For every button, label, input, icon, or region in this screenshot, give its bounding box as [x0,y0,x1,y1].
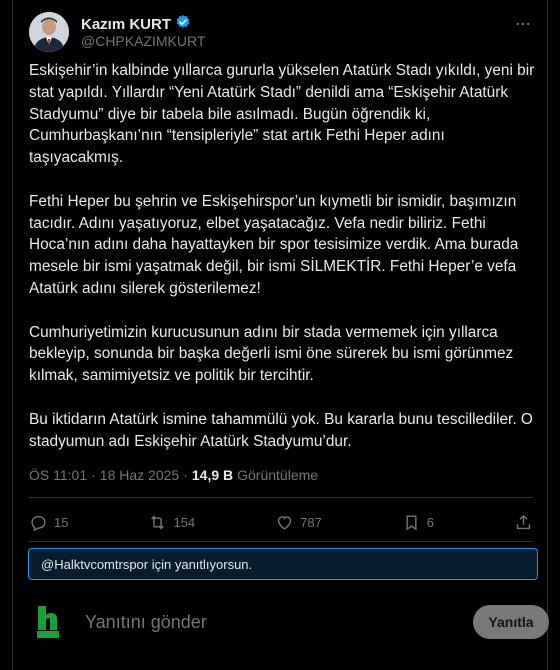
tweet-time[interactable]: ÖS 11:01 [29,467,87,483]
tweet-paragraph: Eskişehir’in kalbinde yıllarca gururla y… [29,62,535,167]
reply-button[interactable]: 15 [29,513,68,532]
views-count: 14,9 B [191,467,234,483]
tweet-paragraph: Cumhuriyetimizin kurucusunun adını bir s… [29,323,514,385]
reply-context-banner[interactable]: @Halktvcomtrspor için yanıtlıyorsun. [28,548,538,580]
repost-icon [151,515,165,529]
share-icon [516,514,531,529]
more-options-icon[interactable] [513,14,533,34]
tweet-header: Kazım KURT @CHPKAZIMKURT [29,12,533,52]
reply-input[interactable]: Yanıtını gönder [85,612,207,633]
like-count: 787 [300,514,322,530]
tweet-paragraph: Fethi Heper bu şehrin ve Eskişehirspor’u… [29,192,519,297]
verified-badge-icon [175,14,191,35]
like-button[interactable]: 787 [275,513,322,532]
author-avatar[interactable] [29,12,69,52]
share-button[interactable] [514,513,533,532]
tweet-paragraph: Bu iktidarın Atatürk ismine tahammülü yo… [29,410,533,450]
divider [29,541,533,542]
bookmark-icon [406,514,417,531]
bookmark-button[interactable]: 6 [402,513,434,532]
meta-separator: · [91,467,96,483]
repost-button[interactable]: 154 [148,513,195,532]
author-name-row: Kazım KURT [81,14,191,35]
reply-count: 15 [54,514,69,530]
tweet-meta: ÖS 11:01 · 18 Haz 2025 · 14,9 B Görüntül… [29,467,318,483]
author-name[interactable]: Kazım KURT [81,16,171,33]
tweet-date[interactable]: 18 Haz 2025 [100,467,179,483]
repost-count: 154 [173,514,196,530]
action-bar: 15 154 787 6 [29,504,533,540]
meta-separator: · [183,467,188,483]
tweet-text: Eskişehir’in kalbinde yıllarca gururla y… [29,60,537,474]
divider [29,497,533,498]
views-label: Görüntüleme [237,467,319,483]
bookmark-count: 6 [426,514,435,530]
author-handle[interactable]: @CHPKAZIMKURT [81,33,205,49]
reply-submit-button[interactable]: Yanıtla [473,605,549,639]
reply-composer: Yanıtını gönder Yanıtla [29,596,549,652]
reply-icon [31,515,46,531]
heart-icon [277,515,292,530]
halk-logo-avatar [35,604,61,638]
